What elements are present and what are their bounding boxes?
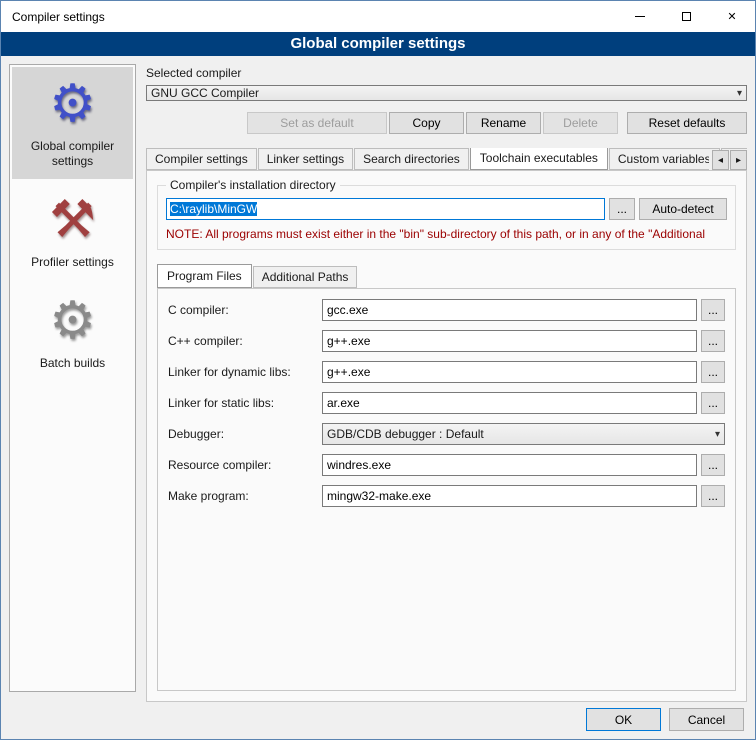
rename-button[interactable]: Rename	[466, 112, 541, 134]
tab-additional-paths[interactable]: Additional Paths	[253, 266, 358, 288]
window-title: Compiler settings	[1, 10, 617, 24]
resource-compiler-label: Resource compiler:	[168, 458, 318, 472]
sidebar-item-profiler-settings[interactable]: ⚒ Profiler settings	[12, 183, 133, 280]
selected-compiler-label: Selected compiler	[146, 66, 747, 80]
dynamic-linker-input[interactable]	[322, 361, 697, 383]
program-files-panel: C compiler: ... C++ compiler: ... Linker…	[157, 288, 736, 691]
static-linker-input[interactable]	[322, 392, 697, 414]
minimize-button[interactable]	[617, 1, 663, 32]
arrow-left-icon: ◂	[718, 155, 723, 166]
field-row-dynamic-linker: Linker for dynamic libs: ...	[168, 361, 725, 383]
window-controls: ✕	[617, 1, 755, 32]
static-linker-label: Linker for static libs:	[168, 396, 318, 410]
close-icon: ✕	[727, 10, 736, 23]
cpp-compiler-label: C++ compiler:	[168, 334, 318, 348]
toolchain-executables-panel: Compiler's installation directory C:\ray…	[146, 170, 747, 702]
sidebar-item-label: Global compiler settings	[14, 137, 131, 169]
page-title: Global compiler settings	[1, 32, 755, 56]
tab-scroll-buttons: ◂ ▸	[709, 150, 747, 170]
tab-custom-variables[interactable]: Custom variables	[609, 148, 720, 170]
selected-compiler-value: GNU GCC Compiler	[151, 86, 733, 100]
tab-search-directories[interactable]: Search directories	[354, 148, 469, 170]
c-compiler-browse-button[interactable]: ...	[701, 299, 725, 321]
dialog-footer: OK Cancel	[1, 704, 755, 740]
compiler-actions: Set as default Copy Rename Delete Reset …	[146, 112, 747, 134]
tab-compiler-settings[interactable]: Compiler settings	[146, 148, 257, 170]
arrow-right-icon: ▸	[736, 155, 741, 166]
gears-gray-icon: ⚙	[14, 290, 131, 354]
selected-compiler-dropdown[interactable]: GNU GCC Compiler ▾	[146, 85, 747, 101]
gear-icon: ⚙	[14, 73, 131, 137]
cpp-compiler-input[interactable]	[322, 330, 697, 352]
cancel-button[interactable]: Cancel	[669, 708, 744, 731]
delete-button[interactable]: Delete	[543, 112, 618, 134]
debugger-value: GDB/CDB debugger : Default	[327, 427, 711, 441]
tabs-scroll-area: Compiler settings Linker settings Search…	[146, 148, 747, 170]
sidebar-item-batch-builds[interactable]: ⚙ Batch builds	[12, 284, 133, 381]
sidebar-item-global-compiler-settings[interactable]: ⚙ Global compiler settings	[12, 67, 133, 179]
field-row-cpp-compiler: C++ compiler: ...	[168, 330, 725, 352]
field-row-c-compiler: C compiler: ...	[168, 299, 725, 321]
chevron-down-icon: ▾	[733, 88, 742, 99]
titlebar: Compiler settings ✕	[1, 1, 755, 32]
dynamic-linker-browse-button[interactable]: ...	[701, 361, 725, 383]
installation-directory-group-title: Compiler's installation directory	[166, 178, 340, 192]
field-row-static-linker: Linker for static libs: ...	[168, 392, 725, 414]
program-files-tabstrip: Program Files Additional Paths	[157, 266, 736, 288]
resource-compiler-input[interactable]	[322, 454, 697, 476]
installation-directory-value: C:\raylib\MinGW	[170, 202, 257, 216]
field-row-make-program: Make program: ...	[168, 485, 725, 507]
installation-directory-input[interactable]: C:\raylib\MinGW	[166, 198, 605, 220]
auto-detect-button[interactable]: Auto-detect	[639, 198, 727, 220]
close-button[interactable]: ✕	[709, 1, 755, 32]
installation-directory-row: C:\raylib\MinGW ... Auto-detect	[166, 198, 727, 220]
make-program-input[interactable]	[322, 485, 697, 507]
tab-program-files[interactable]: Program Files	[157, 264, 252, 288]
tab-scroll-right-button[interactable]: ▸	[730, 150, 747, 170]
tab-scroll-left-button[interactable]: ◂	[712, 150, 729, 170]
installation-directory-group: Compiler's installation directory C:\ray…	[157, 185, 736, 250]
reset-defaults-button[interactable]: Reset defaults	[627, 112, 747, 134]
maximize-button[interactable]	[663, 1, 709, 32]
sidebar-item-label: Profiler settings	[14, 253, 131, 270]
main-panel: Selected compiler GNU GCC Compiler ▾ Set…	[146, 64, 747, 696]
debugger-dropdown[interactable]: GDB/CDB debugger : Default ▾	[322, 423, 725, 445]
tab-linker-settings[interactable]: Linker settings	[258, 148, 353, 170]
make-program-label: Make program:	[168, 489, 318, 503]
installation-directory-browse-button[interactable]: ...	[609, 198, 635, 220]
tab-toolchain-executables[interactable]: Toolchain executables	[470, 148, 608, 170]
dynamic-linker-label: Linker for dynamic libs:	[168, 365, 318, 379]
debugger-label: Debugger:	[168, 427, 318, 441]
settings-tabstrip: Compiler settings Linker settings Search…	[146, 148, 747, 170]
field-row-resource-compiler: Resource compiler: ...	[168, 454, 725, 476]
static-linker-browse-button[interactable]: ...	[701, 392, 725, 414]
settings-sidebar: ⚙ Global compiler settings ⚒ Profiler se…	[9, 64, 136, 692]
field-row-debugger: Debugger: GDB/CDB debugger : Default ▾	[168, 423, 725, 445]
minimize-icon	[635, 16, 645, 17]
c-compiler-input[interactable]	[322, 299, 697, 321]
copy-button[interactable]: Copy	[389, 112, 464, 134]
resource-compiler-browse-button[interactable]: ...	[701, 454, 725, 476]
cpp-compiler-browse-button[interactable]: ...	[701, 330, 725, 352]
dialog-body: ⚙ Global compiler settings ⚒ Profiler se…	[1, 56, 755, 704]
compiler-settings-window: Compiler settings ✕ Global compiler sett…	[0, 0, 756, 740]
c-compiler-label: C compiler:	[168, 303, 318, 317]
sidebar-item-label: Batch builds	[14, 354, 131, 371]
note-text: NOTE: All programs must exist either in …	[166, 227, 727, 241]
profiler-tool-icon: ⚒	[14, 189, 131, 253]
maximize-icon	[682, 12, 691, 21]
ok-button[interactable]: OK	[586, 708, 661, 731]
chevron-down-icon: ▾	[711, 429, 720, 440]
set-as-default-button[interactable]: Set as default	[247, 112, 387, 134]
make-program-browse-button[interactable]: ...	[701, 485, 725, 507]
